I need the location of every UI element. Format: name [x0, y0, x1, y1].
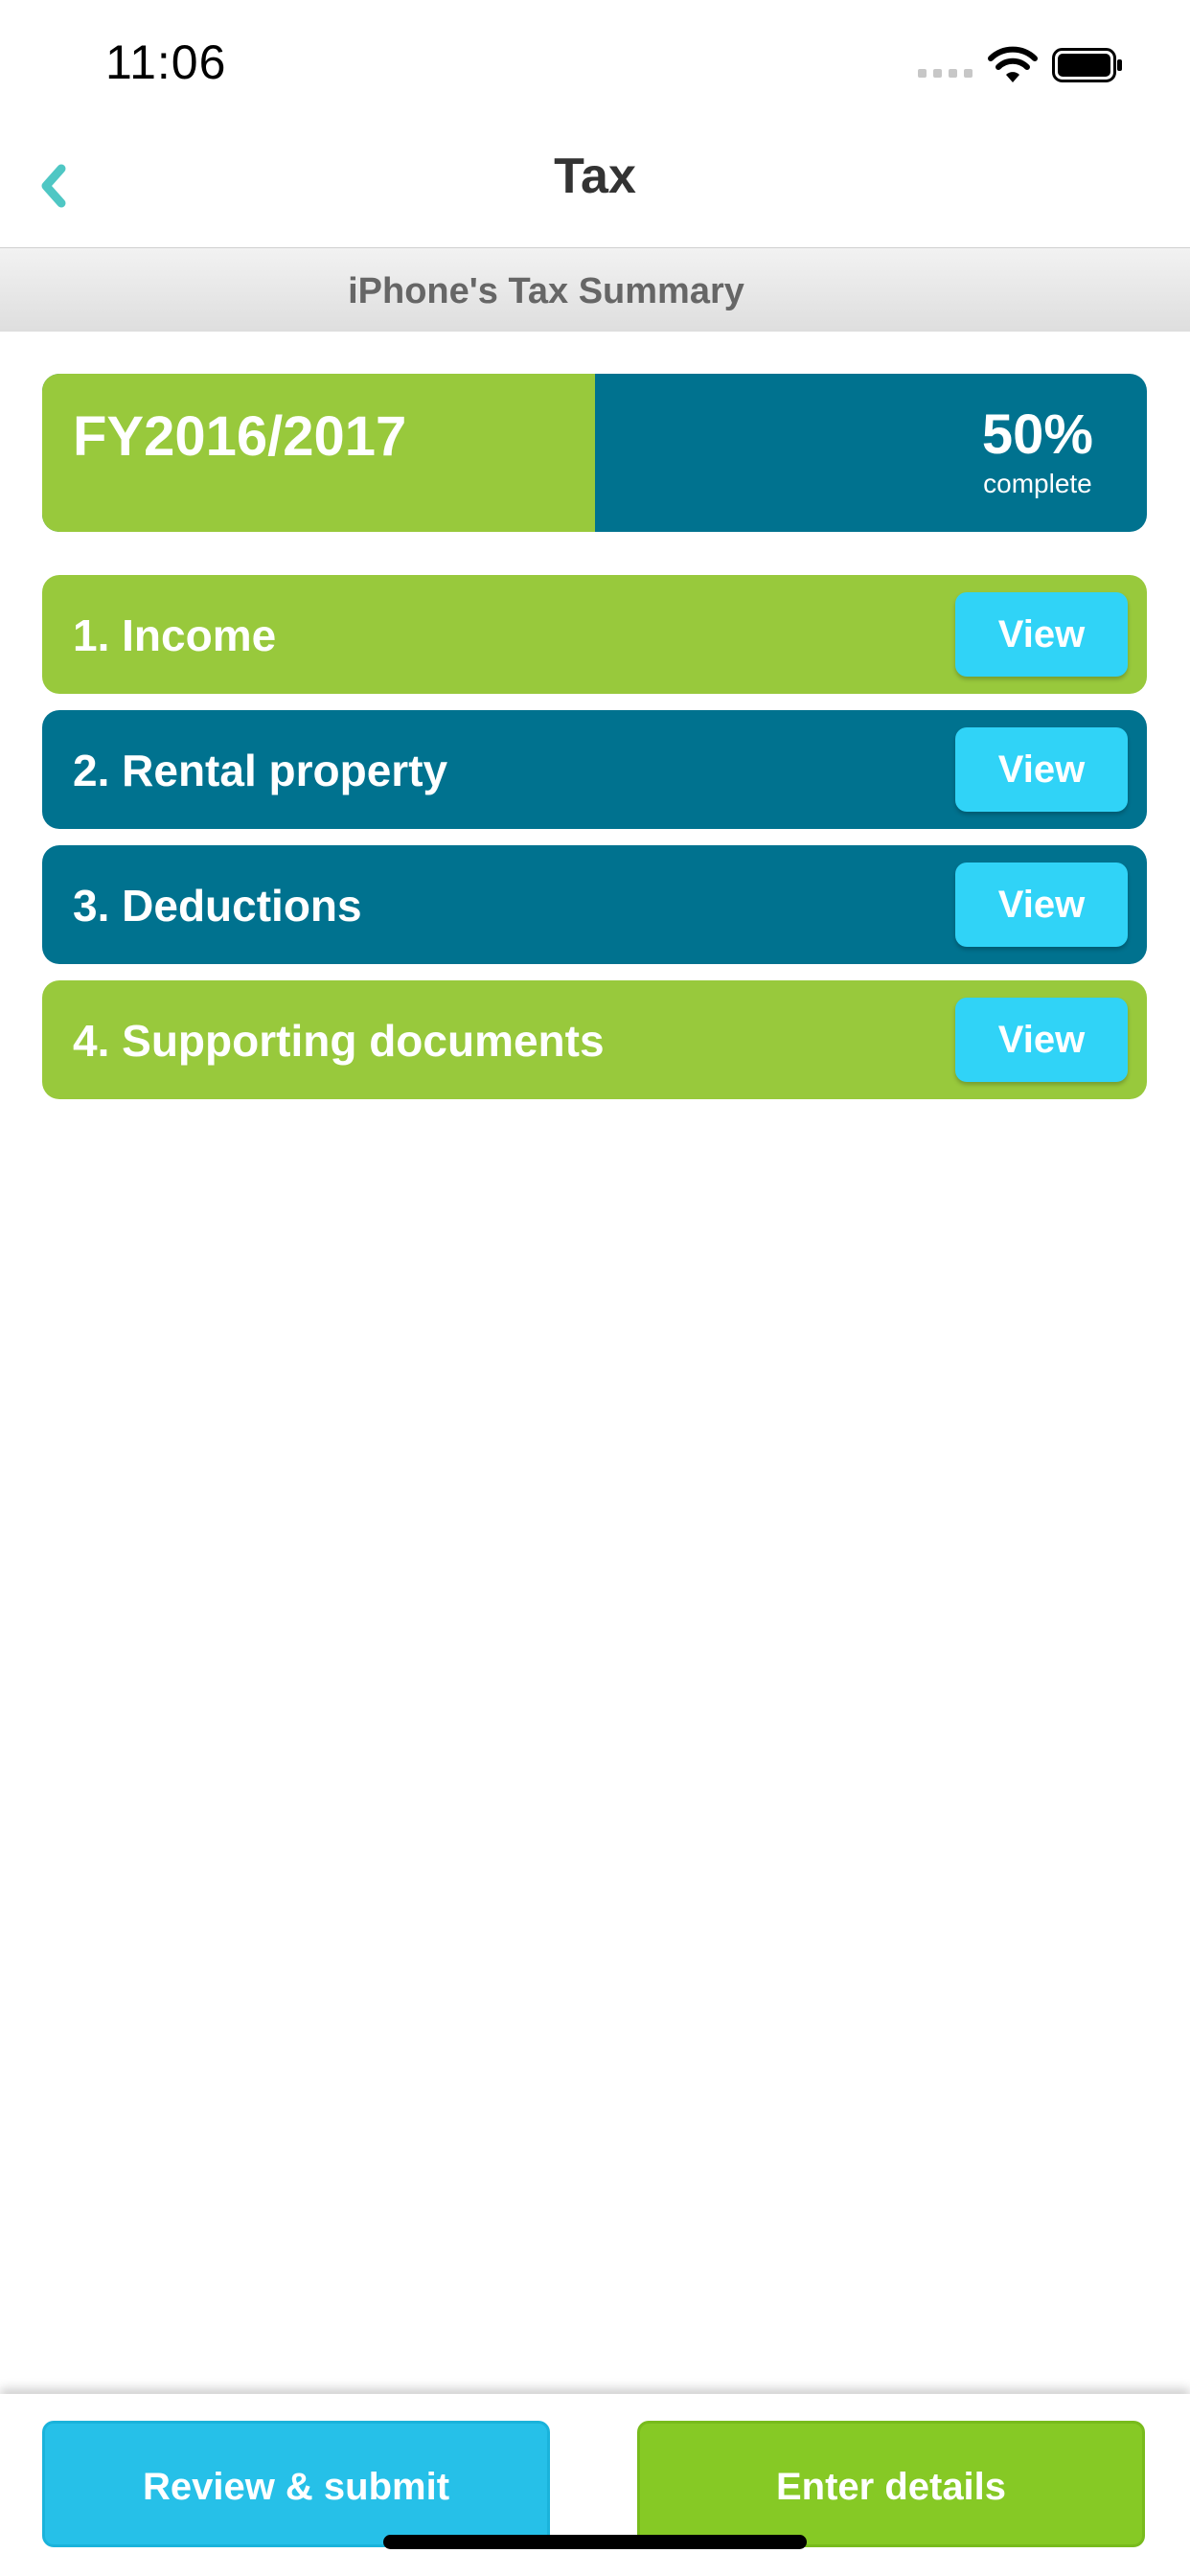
- tax-summary-screen: 11:06 Tax iPhone's Tax Summary FY2016/20…: [0, 0, 1190, 2576]
- view-button[interactable]: View: [955, 862, 1128, 947]
- summary-header: iPhone's Tax Summary: [0, 247, 1190, 332]
- section-label: 3. Deductions: [73, 881, 362, 931]
- view-button[interactable]: View: [955, 592, 1128, 677]
- summary-header-text: iPhone's Tax Summary: [348, 271, 744, 311]
- section-label: 4. Supporting documents: [73, 1016, 605, 1066]
- progress-percent: 50% complete: [982, 402, 1093, 499]
- wifi-icon: [988, 46, 1038, 82]
- battery-icon: [1052, 48, 1122, 82]
- navigation-bar: Tax: [0, 125, 1190, 247]
- percent-value: 50%: [981, 403, 1093, 466]
- enter-details-button[interactable]: Enter details: [637, 2421, 1145, 2547]
- section-row-supporting-documents[interactable]: 4. Supporting documents View: [42, 980, 1147, 1099]
- page-title: Tax: [554, 149, 636, 204]
- status-time: 11:06: [105, 35, 227, 89]
- year-progress-card: FY2016/2017 50% complete: [42, 374, 1147, 532]
- section-label: 1. Income: [73, 610, 277, 660]
- section-row-income[interactable]: 1. Income View: [42, 575, 1147, 694]
- status-bar: 11:06: [0, 0, 1190, 125]
- review-submit-button[interactable]: Review & submit: [42, 2421, 550, 2547]
- section-row-deductions[interactable]: 3. Deductions View: [42, 845, 1147, 964]
- percent-caption: complete: [983, 469, 1092, 498]
- financial-year-label: FY2016/2017: [73, 405, 407, 468]
- home-indicator: [383, 2535, 807, 2549]
- section-row-rental-property[interactable]: 2. Rental property View: [42, 710, 1147, 829]
- view-button[interactable]: View: [955, 727, 1128, 812]
- cellular-signal-icon: [918, 69, 973, 79]
- view-button[interactable]: View: [955, 998, 1128, 1082]
- section-label: 2. Rental property: [73, 746, 448, 795]
